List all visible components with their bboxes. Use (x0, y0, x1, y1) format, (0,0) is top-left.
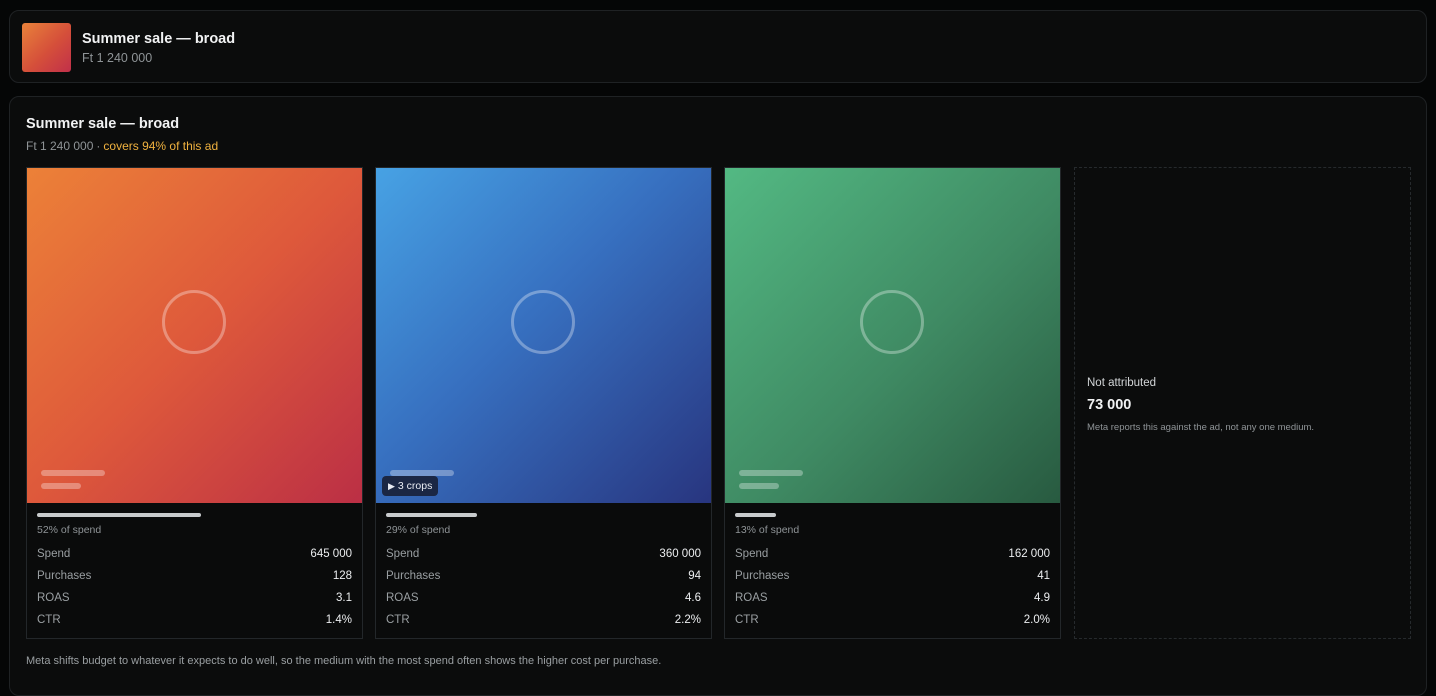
stat-row: Purchases 41 (735, 570, 1050, 584)
ad-amount: Ft 1 240 000 (82, 51, 153, 65)
stat-value: 2.0% (1023, 614, 1050, 626)
spend-share-label: 13% of spend (735, 524, 800, 536)
stat-value: 4.6 (685, 592, 701, 604)
medium-preview[interactable] (725, 168, 1060, 503)
stat-value: 94 (688, 570, 701, 582)
play-triangle-icon: ▶ (388, 481, 395, 491)
medium-preview[interactable]: ▶ 3 crops (376, 168, 711, 503)
stat-label: CTR (735, 614, 759, 626)
stat-row: Purchases 94 (386, 570, 701, 584)
stat-label: ROAS (386, 592, 419, 604)
medium-preview[interactable] (27, 168, 362, 503)
stat-row: CTR 2.0% (735, 614, 1050, 628)
stat-label: Purchases (386, 570, 441, 582)
caption-placeholder (41, 483, 81, 489)
caption-placeholder (739, 470, 803, 476)
stat-value: 645 000 (310, 548, 352, 560)
crops-label: 3 crops (397, 480, 433, 492)
stat-row: ROAS 4.6 (386, 592, 701, 606)
stat-value: 4.9 (1034, 592, 1050, 604)
play-circle-icon[interactable] (860, 290, 924, 354)
stat-label: ROAS (37, 592, 70, 604)
stat-value: 162 000 (1008, 548, 1050, 560)
medium-card[interactable]: 52% of spend Spend 645 000 Purchases 128… (26, 167, 363, 639)
stat-label: Spend (735, 548, 769, 560)
stat-label: Purchases (735, 570, 790, 582)
ad-thumbnail (22, 23, 71, 72)
caption-placeholder (739, 483, 779, 489)
not-attributed-panel: Not attributed 73 000 Meta reports this … (1074, 167, 1411, 639)
ad-header-card: Summer sale — broad Ft 1 240 000 (9, 10, 1427, 83)
stat-row: Spend 162 000 (735, 548, 1050, 562)
spend-share-bar (386, 513, 477, 517)
stat-row: CTR 1.4% (37, 614, 352, 628)
stat-value: 128 (332, 570, 352, 582)
not-attributed-value: 73 000 (1087, 397, 1132, 413)
caption-placeholder (41, 470, 105, 476)
stat-label: ROAS (735, 592, 768, 604)
stat-label: Purchases (37, 570, 92, 582)
stat-label: Spend (386, 548, 420, 560)
stat-row: CTR 2.2% (386, 614, 701, 628)
coverage-note: covers 94% of this ad (103, 139, 219, 153)
stat-label: Spend (37, 548, 71, 560)
stat-value: 1.4% (325, 614, 352, 626)
medium-card[interactable]: 13% of spend Spend 162 000 Purchases 41 … (724, 167, 1061, 639)
crops-badge[interactable]: ▶ 3 crops (382, 476, 439, 496)
play-circle-icon[interactable] (162, 290, 226, 354)
medium-card[interactable]: ▶ 3 crops 29% of spend Spend 360 000 Purc… (375, 167, 712, 639)
not-attributed-note: Meta reports this against the ad, not an… (1087, 422, 1315, 433)
ad-title: Summer sale — broad (82, 31, 236, 47)
spend-share-bar (37, 513, 201, 517)
stat-value: 2.2% (674, 614, 701, 626)
breakdown-title: Summer sale — broad (26, 116, 180, 132)
stat-row: ROAS 3.1 (37, 592, 352, 606)
play-circle-icon[interactable] (511, 290, 575, 354)
spend-share-label: 52% of spend (37, 524, 102, 536)
spend-share-label: 29% of spend (386, 524, 451, 536)
stat-value: 3.1 (336, 592, 352, 604)
media-breakdown-card: Summer sale — broad Ft 1 240 000 · covers … (9, 96, 1427, 696)
stat-row: Spend 360 000 (386, 548, 701, 562)
stat-row: Purchases 128 (37, 570, 352, 584)
footnote: Meta shifts budget to whatever it expect… (26, 655, 662, 667)
stat-row: Spend 645 000 (37, 548, 352, 562)
spend-share-bar (735, 513, 776, 517)
separator: · (96, 139, 101, 153)
breakdown-subtitle: Ft 1 240 000 · covers 94% of this ad (26, 139, 218, 153)
stat-row: ROAS 4.9 (735, 592, 1050, 606)
breakdown-amount: Ft 1 240 000 (26, 139, 94, 153)
stat-label: CTR (386, 614, 410, 626)
not-attributed-label: Not attributed (1087, 377, 1157, 389)
stat-value: 360 000 (659, 548, 701, 560)
stat-value: 41 (1037, 570, 1050, 582)
stat-label: CTR (37, 614, 61, 626)
